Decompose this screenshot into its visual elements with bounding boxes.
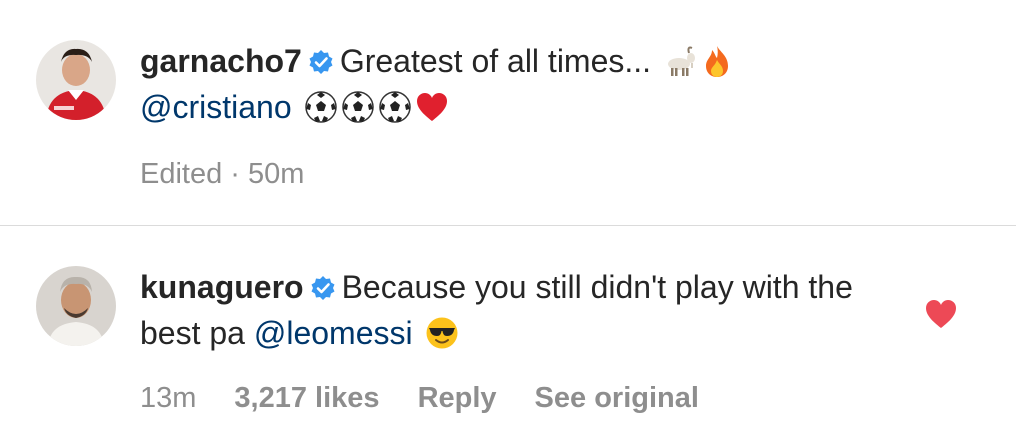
username[interactable]: kunaguero <box>140 269 304 305</box>
likes-count[interactable]: 3,217 likes <box>234 382 379 414</box>
comment-body: garnacho7 Greatest of all times... @crist… <box>140 38 896 191</box>
soccer-ball-emoji <box>378 90 412 124</box>
comment-meta: Edited · 50m <box>140 158 896 191</box>
avatar[interactable] <box>36 40 116 120</box>
sunglasses-face-emoji <box>425 316 459 350</box>
comment-timestamp: 13m <box>140 382 197 414</box>
comment-message: Greatest of all times... <box>339 43 652 79</box>
like-heart-icon[interactable] <box>924 298 958 330</box>
verified-badge-icon <box>308 41 334 74</box>
comment-body: kunaguero Because you still didn't play w… <box>140 264 896 415</box>
comment-text: kunaguero Because you still didn't play w… <box>140 264 896 356</box>
reply-button[interactable]: Reply <box>418 382 497 414</box>
comment-garnacho7: garnacho7 Greatest of all times... @crist… <box>0 0 1016 225</box>
avatar[interactable] <box>36 266 116 346</box>
red-heart-emoji <box>415 90 449 124</box>
username[interactable]: garnacho7 <box>140 43 302 79</box>
comment-text: garnacho7 Greatest of all times... <box>140 38 896 84</box>
comment-text-line-2: @cristiano <box>140 84 896 130</box>
mention-link[interactable]: @leomessi <box>254 315 413 351</box>
soccer-ball-emoji <box>304 90 338 124</box>
verified-badge-icon <box>310 267 336 300</box>
comment-kunaguero: kunaguero Because you still didn't play w… <box>0 226 1016 448</box>
soccer-ball-emoji <box>341 90 375 124</box>
edited-timestamp: Edited · 50m <box>140 158 305 190</box>
comment-actions: 13m 3,217 likes Reply See original <box>140 382 896 415</box>
fire-emoji <box>700 44 734 78</box>
see-original-button[interactable]: See original <box>535 382 699 414</box>
goat-emoji <box>663 44 697 78</box>
mention-link[interactable]: @cristiano <box>140 89 292 125</box>
